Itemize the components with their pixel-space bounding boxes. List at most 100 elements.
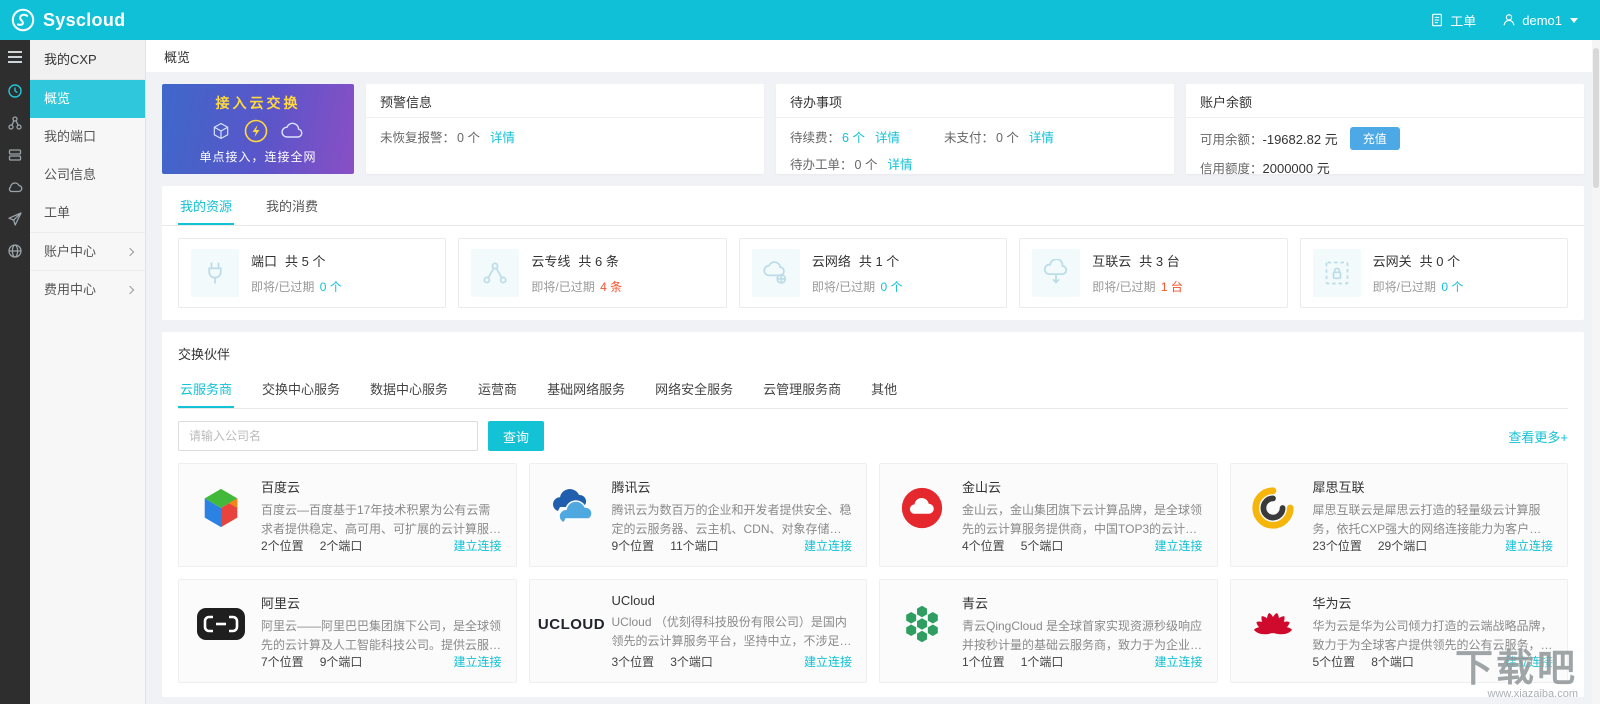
sidebar-item-account-center[interactable]: 账户中心 <box>30 232 145 270</box>
kingsoft-cloud-logo <box>894 480 950 536</box>
connect-link[interactable]: 建立连接 <box>1154 653 1202 670</box>
alert-detail-link[interactable]: 详情 <box>490 127 515 146</box>
sidebar-item-tickets[interactable]: 工单 <box>30 194 145 232</box>
scrollbar-thumb[interactable] <box>1593 48 1599 188</box>
company-search-input[interactable] <box>178 421 478 451</box>
partner-locations: 23个位置 <box>1312 539 1362 553</box>
tab-exchange-center[interactable]: 交换中心服务 <box>260 371 342 408</box>
scrollbar[interactable] <box>1592 40 1600 704</box>
connect-link[interactable]: 建立连接 <box>1505 653 1553 670</box>
partners-section-title: 交换伙伴 <box>178 347 231 362</box>
view-more-link[interactable]: 查看更多+ <box>1508 427 1568 446</box>
sidebar-item-label: 账户中心 <box>44 243 97 259</box>
available-balance-label: 可用余额： <box>1200 133 1263 147</box>
resource-card-cloud-gateway[interactable]: 云网关共 0 个 即将/已过期 0 个 <box>1299 238 1569 308</box>
partner-locations: 5个位置 <box>1312 655 1356 669</box>
icon-strip <box>0 40 30 704</box>
expired-count: 0 个 <box>1441 280 1464 294</box>
topbar-user-menu[interactable]: demo1 <box>1502 13 1578 28</box>
work-ticket-detail-link[interactable]: 详情 <box>887 154 912 173</box>
resources-tabbar: 我的资源 我的消费 <box>162 186 1584 226</box>
cube-icon <box>211 121 231 141</box>
dedicated-line-icon <box>471 249 520 297</box>
username: demo1 <box>1522 12 1562 28</box>
connect-link[interactable]: 建立连接 <box>804 537 852 554</box>
partner-ports: 5个端口 <box>1020 539 1064 553</box>
sysclound-swirl-logo <box>1245 480 1301 536</box>
brand-logo-icon <box>10 7 36 33</box>
cloud-exchange-banner[interactable]: 接入云交换 单点接入，连接全网 <box>162 84 354 174</box>
tab-cloud-management[interactable]: 云管理服务商 <box>761 371 843 408</box>
tab-my-consumption[interactable]: 我的消费 <box>264 186 320 225</box>
ticket-label: 工单 <box>1450 13 1477 29</box>
sidebar-item-company-info[interactable]: 公司信息 <box>30 156 145 194</box>
recharge-button[interactable]: 充值 <box>1349 127 1400 150</box>
tab-network-security[interactable]: 网络安全服务 <box>653 371 735 408</box>
partner-desc: UCloud （优刻得科技股份有限公司）是国内领先的云计算服务平台，坚持中立，不… <box>611 615 852 648</box>
cloud-network-icon <box>751 249 800 297</box>
partner-name: 金山云 <box>962 480 1002 495</box>
expired-label: 即将/已过期 <box>811 280 876 294</box>
resource-total: 共 6 条 <box>578 254 619 269</box>
topbar-ticket-link[interactable]: 工单 <box>1430 11 1476 30</box>
alert-card: 预警信息 未恢复报警： 0 个 详情 <box>366 84 764 174</box>
clock-icon[interactable] <box>0 76 30 106</box>
partners-controls: 查询 查看更多+ <box>178 421 1568 451</box>
renew-count: 6 个 <box>842 131 865 145</box>
server-icon[interactable] <box>0 140 30 170</box>
sidebar-item-billing-center[interactable]: 费用中心 <box>30 270 145 308</box>
alert-card-title: 预警信息 <box>366 84 764 118</box>
partners-tabbar: 云服务商 交换中心服务 数据中心服务 运营商 基础网络服务 网络安全服务 云管理… <box>178 371 1568 409</box>
send-icon[interactable] <box>0 204 30 234</box>
connect-link[interactable]: 建立连接 <box>804 653 852 670</box>
tab-cloud-providers[interactable]: 云服务商 <box>178 371 235 408</box>
partner-name: 百度云 <box>261 480 301 495</box>
chevron-right-icon <box>125 247 135 256</box>
banner-subtitle: 单点接入，连接全网 <box>199 150 317 164</box>
brand[interactable]: Syscloud <box>10 7 125 33</box>
expired-label: 即将/已过期 <box>531 280 595 294</box>
topbar: Syscloud 工单 demo1 <box>0 0 1600 40</box>
renew-label: 待续费： <box>790 131 841 145</box>
resource-card-cloud-network[interactable]: 云网络共 1 个 即将/已过期 0 个 <box>738 238 1008 308</box>
sidebar-item-overview[interactable]: 概览 <box>30 80 145 118</box>
partners-grid: 百度云 百度云—百度基于17年技术积累为公有云需求者提供稳定、高可用、可扩展的云… <box>178 463 1568 683</box>
sidebar-item-my-ports[interactable]: 我的端口 <box>30 118 145 156</box>
baidu-cloud-logo <box>193 480 249 536</box>
resource-name: 端口 <box>251 254 278 269</box>
credit-limit-label: 信用额度： <box>1200 162 1263 176</box>
expired-label: 即将/已过期 <box>1372 280 1436 294</box>
balance-card: 账户余额 可用余额： -19682.82 元 充值 信用额度： 2000000 … <box>1186 84 1584 176</box>
sidebar: 我的CXP 概览 我的端口 公司信息 工单 账户中心 费用中心 <box>30 40 146 704</box>
connect-link[interactable]: 建立连接 <box>1505 537 1553 554</box>
connect-link[interactable]: 建立连接 <box>453 537 501 554</box>
partner-locations: 2个位置 <box>261 539 304 553</box>
unpaid-detail-link[interactable]: 详情 <box>1029 127 1054 146</box>
tab-other[interactable]: 其他 <box>869 371 899 408</box>
interconnect-cloud-icon <box>1032 249 1081 297</box>
connect-link[interactable]: 建立连接 <box>453 653 501 670</box>
resource-card-port[interactable]: 端口共 5 个 即将/已过期 0 个 <box>178 238 447 308</box>
tab-basic-network[interactable]: 基础网络服务 <box>545 371 627 408</box>
partner-desc: 犀思互联云是犀思云打造的轻量级云计算服务，依托CXP强大的网络连接能力为客户提供… <box>1312 503 1542 536</box>
partner-desc: 百度云—百度基于17年技术积累为公有云需求者提供稳定、高可用、可扩展的云计算服务… <box>261 503 491 536</box>
renew-detail-link[interactable]: 详情 <box>875 127 900 146</box>
query-button[interactable]: 查询 <box>488 421 544 451</box>
expired-count: 4 条 <box>600 280 623 294</box>
sidebar-title: 我的CXP <box>30 40 145 80</box>
breadcrumb: 概览 <box>146 40 1600 72</box>
tab-my-resources[interactable]: 我的资源 <box>178 186 235 225</box>
cloud-icon[interactable] <box>0 172 30 202</box>
ucloud-logo: UCLOUD <box>538 596 605 652</box>
partner-card-alibaba: 阿里云 阿里云——阿里巴巴集团旗下公司，是全球领先的云计算及人工智能科技公司。提… <box>178 579 517 683</box>
tab-carrier[interactable]: 运营商 <box>476 371 519 408</box>
resource-card-interconnect-cloud[interactable]: 互联云共 3 台 即将/已过期 1 台 <box>1019 238 1288 308</box>
credit-limit-value: 2000000 元 <box>1262 161 1330 176</box>
network-icon[interactable] <box>0 108 30 138</box>
resource-card-dedicated-line[interactable]: 云专线共 6 条 即将/已过期 4 条 <box>458 238 727 308</box>
connect-link[interactable]: 建立连接 <box>1154 537 1202 554</box>
hamburger-icon[interactable] <box>0 40 30 74</box>
app-root: Syscloud 工单 demo1 我的CXP 概览 我的端口 公司信息 工单 … <box>0 0 1600 704</box>
tab-datacenter[interactable]: 数据中心服务 <box>368 371 450 408</box>
globe-icon[interactable] <box>0 236 30 266</box>
